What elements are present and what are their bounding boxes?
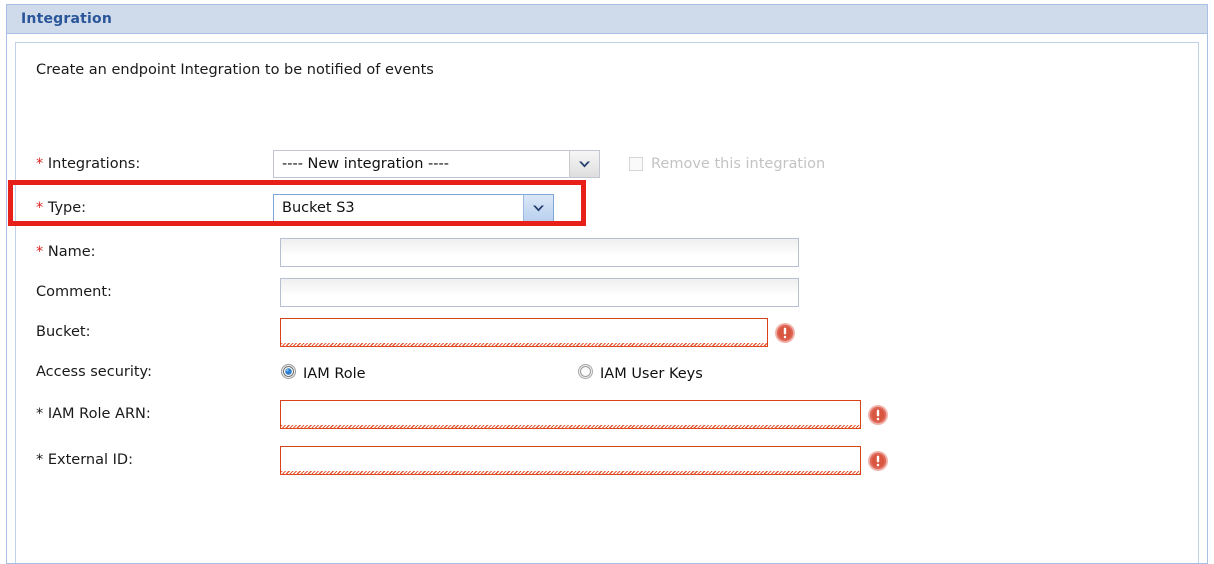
chevron-down-icon <box>569 151 599 177</box>
error-squiggle <box>281 471 860 475</box>
remove-integration-checkbox[interactable] <box>629 157 643 171</box>
radio-iam-user-keys[interactable]: IAM User Keys <box>578 364 703 383</box>
type-select[interactable]: Bucket S3 <box>273 194 554 222</box>
required-asterisk: * <box>36 200 44 216</box>
panel-header: Integration <box>7 5 1207 34</box>
error-exclamation-icon <box>867 450 889 472</box>
error-squiggle <box>281 343 767 347</box>
required-asterisk: * <box>36 244 44 260</box>
panel-body: Create an endpoint Integration to be not… <box>15 42 1199 563</box>
integrations-select-value: ---- New integration ---- <box>282 156 449 172</box>
required-asterisk: * <box>36 452 44 468</box>
intro-text: Create an endpoint Integration to be not… <box>36 62 434 78</box>
label-bucket: Bucket: <box>36 315 90 349</box>
form-row-name: * Name: <box>16 235 1198 269</box>
label-text: Type: <box>47 200 87 216</box>
form-row-integrations: * Integrations: ---- New integration ---… <box>16 147 1198 181</box>
bucket-input[interactable] <box>280 318 768 347</box>
label-text: Comment: <box>36 284 112 300</box>
label-access-security: Access security: <box>36 355 152 389</box>
radio-iam-role[interactable]: IAM Role <box>281 364 366 383</box>
form-row-external-id: * External ID: <box>16 443 1198 477</box>
form-row-bucket: Bucket: <box>16 315 1198 349</box>
required-asterisk: * <box>36 406 44 422</box>
type-select-value: Bucket S3 <box>282 200 355 216</box>
label-comment: Comment: <box>36 275 112 309</box>
required-asterisk: * <box>36 156 44 172</box>
label-text: Integrations: <box>47 156 141 172</box>
label-text: IAM Role ARN: <box>47 406 151 422</box>
radio-iam-role-label: IAM Role <box>303 365 366 382</box>
integrations-select[interactable]: ---- New integration ---- <box>273 150 600 178</box>
label-text: External ID: <box>47 452 133 468</box>
error-exclamation-icon <box>774 322 796 344</box>
external-id-input[interactable] <box>280 446 861 475</box>
page-title: Integration <box>21 11 113 27</box>
label-text: Name: <box>47 244 96 260</box>
remove-integration-checkbox-wrap[interactable]: Remove this integration <box>629 156 825 172</box>
label-text: Bucket: <box>36 324 91 340</box>
chevron-down-icon <box>523 195 553 221</box>
label-iam-role-arn: * IAM Role ARN: <box>36 397 151 431</box>
comment-input[interactable] <box>280 278 799 307</box>
error-exclamation-icon <box>867 404 889 426</box>
iam-role-arn-input[interactable] <box>280 400 861 429</box>
radio-iam-user-keys-label: IAM User Keys <box>600 365 703 382</box>
error-squiggle <box>281 425 860 429</box>
radio-selected-icon <box>281 364 296 383</box>
form-row-access-security: Access security: IAM Role IAM User Keys <box>16 355 1198 389</box>
label-type: * Type: <box>36 191 86 225</box>
label-external-id: * External ID: <box>36 443 133 477</box>
remove-integration-label: Remove this integration <box>651 156 826 172</box>
label-text: Access security: <box>36 364 152 380</box>
name-input[interactable] <box>280 238 799 267</box>
radio-unselected-icon <box>578 364 593 383</box>
form-row-comment: Comment: <box>16 275 1198 309</box>
label-name: * Name: <box>36 235 96 269</box>
label-integrations: * Integrations: <box>36 147 140 181</box>
form-row-iam-role-arn: * IAM Role ARN: <box>16 397 1198 431</box>
integration-panel: Integration Create an endpoint Integrati… <box>6 4 1208 564</box>
form-row-type: * Type: Bucket S3 <box>16 191 1198 225</box>
